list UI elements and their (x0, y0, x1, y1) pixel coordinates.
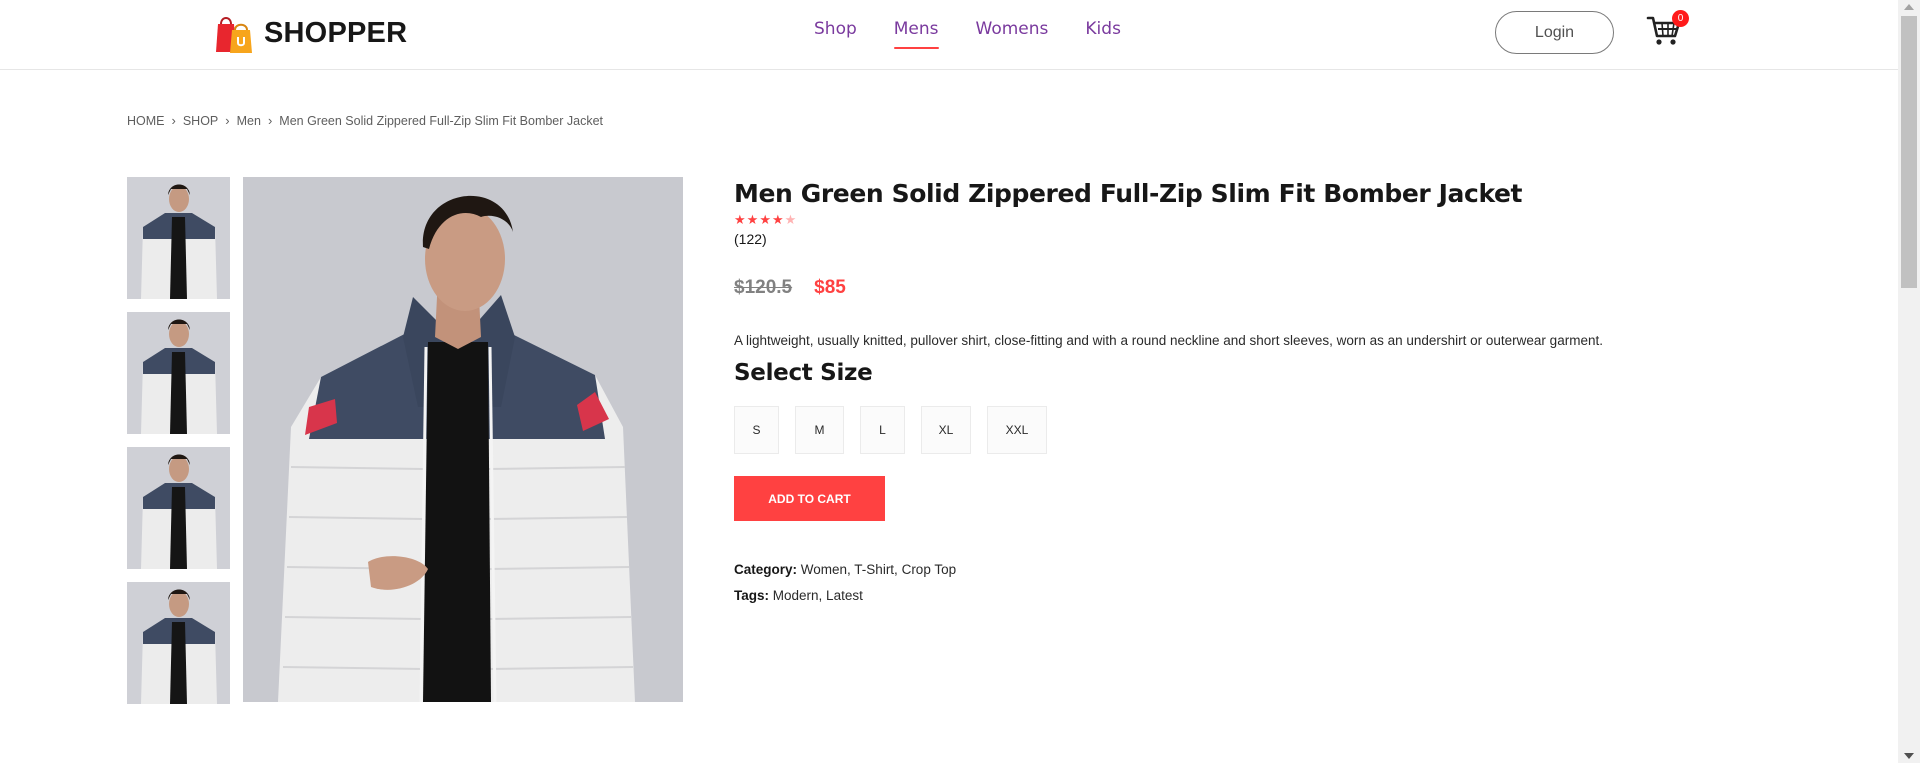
star-icon: ★ (734, 213, 746, 228)
navbar: SHOPPER Shop Mens Womens Kids Login 0 (0, 0, 1898, 70)
new-price: $85 (814, 277, 846, 298)
chevron-right-icon: › (267, 113, 273, 128)
scroll-up-arrow-icon[interactable] (1904, 4, 1914, 10)
product-title: Men Green Solid Zippered Full-Zip Slim F… (734, 179, 1523, 208)
size-option-s[interactable]: S (734, 406, 779, 454)
nav-link-mens[interactable]: Mens (893, 19, 939, 49)
category-line: Category: Women, T-Shirt, Crop Top (734, 557, 1834, 583)
nav-link-womens[interactable]: Womens (976, 19, 1049, 43)
scrollbar-thumb[interactable] (1901, 16, 1917, 288)
thumbnail-list (127, 177, 230, 717)
star-rating: ★ ★ ★ ★ ★ (734, 214, 1834, 227)
product-meta: Category: Women, T-Shirt, Crop Top Tags:… (734, 557, 1834, 609)
login-button[interactable]: Login (1495, 11, 1614, 54)
page-scrollbar[interactable] (1898, 0, 1920, 763)
size-option-m[interactable]: M (795, 406, 844, 454)
size-option-l[interactable]: L (860, 406, 905, 454)
breadcrumb-category[interactable]: Men (237, 114, 261, 128)
tags-line: Tags: Modern, Latest (734, 583, 1834, 609)
chevron-right-icon: › (225, 113, 230, 128)
size-option-xxl[interactable]: XXL (987, 406, 1047, 454)
scroll-down-arrow-icon[interactable] (1904, 753, 1914, 759)
size-option-xl[interactable]: XL (921, 406, 971, 454)
brand-logo[interactable]: SHOPPER (210, 10, 407, 56)
active-nav-underline (893, 47, 939, 49)
nav-link-kids[interactable]: Kids (1085, 19, 1121, 43)
product-thumbnail[interactable] (127, 312, 230, 434)
breadcrumb-shop[interactable]: SHOP (183, 114, 218, 128)
main-nav: Shop Mens Womens Kids (814, 19, 1121, 49)
breadcrumb-home[interactable]: HOME (127, 114, 165, 128)
category-value: Women, T-Shirt, Crop Top (800, 562, 957, 577)
shopping-bag-logo-icon (210, 10, 256, 56)
rating-count: (122) (734, 231, 767, 247)
tags-value: Modern, Latest (772, 588, 863, 603)
cart-count-badge: 0 (1672, 10, 1689, 27)
size-section-title: Select Size (734, 360, 873, 386)
star-icon: ★ (771, 213, 784, 228)
breadcrumb: HOME › SHOP › Men › Men Green Solid Zipp… (127, 113, 603, 128)
category-label: Category: (734, 562, 798, 577)
nav-link-mens-label: Mens (893, 19, 939, 39)
chevron-right-icon: › (171, 113, 176, 128)
nav-link-shop[interactable]: Shop (814, 19, 857, 43)
product-description: A lightweight, usually knitted, pullover… (734, 333, 1603, 348)
product-thumbnail[interactable] (127, 177, 230, 299)
star-icon: ★ (759, 213, 771, 228)
price-block: $120.5 $85 (734, 277, 1834, 299)
star-icon: ★ (746, 213, 759, 228)
product-main-image (243, 177, 683, 702)
product-thumbnail[interactable] (127, 447, 230, 569)
product-info: Men Green Solid Zippered Full-Zip Slim F… (734, 179, 1834, 609)
star-outline-icon: ★ (784, 213, 797, 228)
old-price: $120.5 (734, 277, 793, 298)
product-thumbnail[interactable] (127, 582, 230, 704)
breadcrumb-current: Men Green Solid Zippered Full-Zip Slim F… (279, 113, 604, 128)
size-options: S M L XL XXL (734, 406, 1834, 454)
brand-name: SHOPPER (264, 16, 408, 49)
add-to-cart-button[interactable]: ADD TO CART (734, 476, 885, 521)
tags-label: Tags: (734, 588, 770, 603)
